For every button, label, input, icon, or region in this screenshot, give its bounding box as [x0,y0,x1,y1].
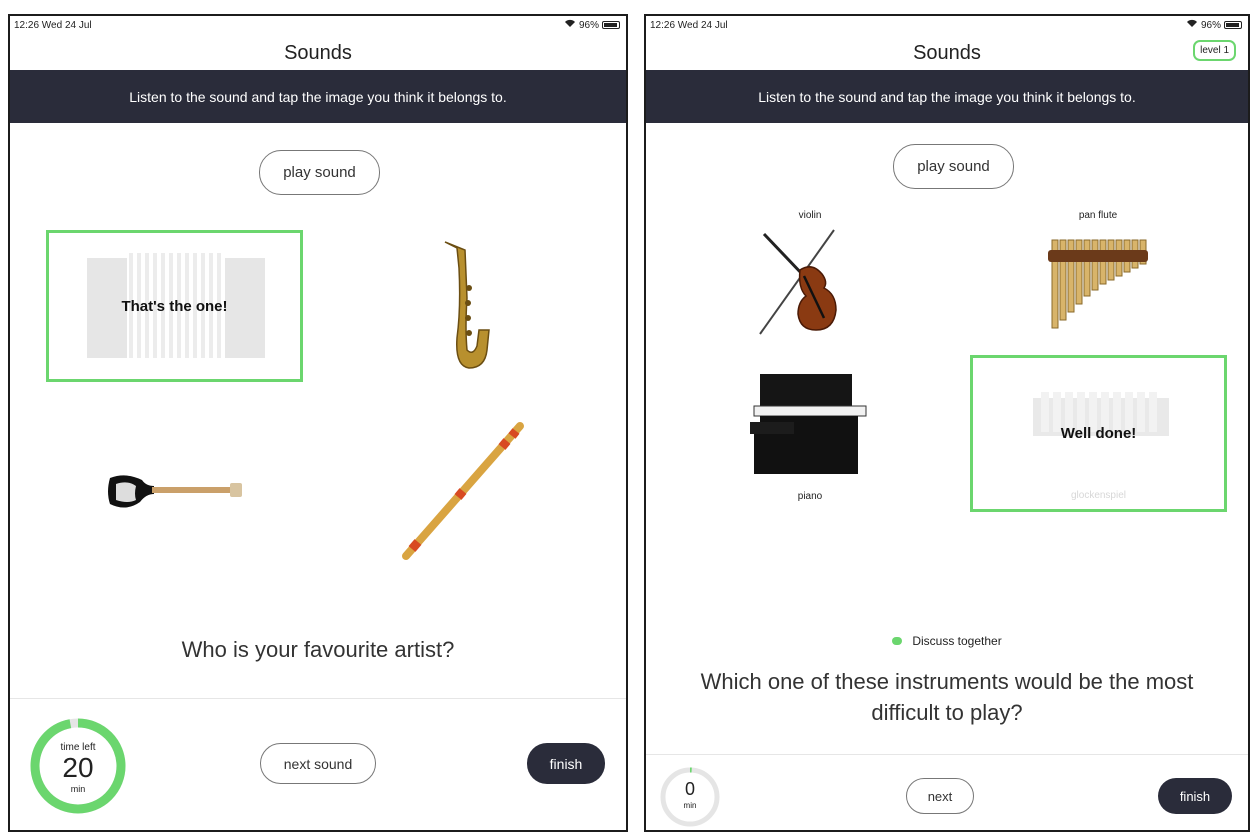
wifi-icon [564,19,576,31]
wifi-icon [1186,19,1198,31]
timer-value: 20 [62,752,94,783]
bass-guitar-icon[interactable] [106,472,246,512]
finish-button[interactable]: finish [1158,778,1232,814]
status-right: 96% [564,19,620,31]
piano-label: piano [797,491,823,502]
discuss-hint: Discuss together [646,634,1248,648]
pan-flute-label: pan flute [1078,210,1118,221]
timer-value: 0 [684,779,695,799]
instruction-text: Listen to the sound and tap the image yo… [758,88,1136,105]
play-sound-button[interactable]: play sound [893,144,1014,189]
question-text: Who is your favourite artist? [181,637,455,662]
status-bar: 12:26 Wed 24 Jul 96% [646,16,1248,36]
next-sound-button[interactable]: next sound [260,743,376,784]
violin-icon[interactable] [754,226,864,338]
next-button[interactable]: next [906,778,974,814]
saxophone-icon[interactable] [435,238,495,376]
timer-unit: min [683,801,697,810]
divider [646,754,1248,755]
right-screen: 12:26 Wed 24 Jul 96% Sounds level 1 List… [644,14,1250,832]
status-right: 96% [1186,19,1242,31]
time-left-timer: 0 min [658,765,722,829]
instruction-text: Listen to the sound and tap the image yo… [129,88,507,105]
battery-percent: 96% [1200,19,1221,31]
glockenspiel-label: glockenspiel [1070,490,1127,501]
left-screen: 12:26 Wed 24 Jul 96% Sounds Listen to th… [8,14,628,832]
battery-icon [1224,21,1242,29]
flute-icon[interactable] [398,420,528,562]
battery-percent: 96% [578,19,599,31]
status-time: 12:26 Wed 24 Jul [14,20,92,31]
glockenspiel-option[interactable]: Well done! glockenspiel [970,355,1227,512]
instruction-banner: Listen to the sound and tap the image yo… [10,70,626,123]
status-time: 12:26 Wed 24 Jul [650,20,728,31]
feedback-message: That's the one! [121,297,228,315]
timer-unit: min [70,784,86,794]
pan-flute-icon[interactable] [1048,234,1148,330]
status-bar: 12:26 Wed 24 Jul 96% [10,16,626,36]
feedback-message: Well done! [1060,425,1137,442]
level-badge: level 1 [1193,40,1236,61]
instruction-banner: Listen to the sound and tap the image yo… [646,70,1248,123]
time-left-timer: time left 20 min [28,716,128,816]
discuss-text: Discuss together [912,634,1002,648]
finish-button[interactable]: finish [527,743,605,784]
speech-bubble-icon [892,637,903,645]
violin-label: violin [798,210,822,221]
play-sound-button[interactable]: play sound [259,150,380,195]
battery-icon [602,21,620,29]
piano-icon[interactable] [750,370,870,478]
page-title: Sounds [284,42,352,64]
divider [10,698,626,699]
accordion-option[interactable]: That's the one! [46,230,303,382]
question-text: Which one of these instruments would be … [700,669,1194,725]
page-title: Sounds [913,42,981,64]
